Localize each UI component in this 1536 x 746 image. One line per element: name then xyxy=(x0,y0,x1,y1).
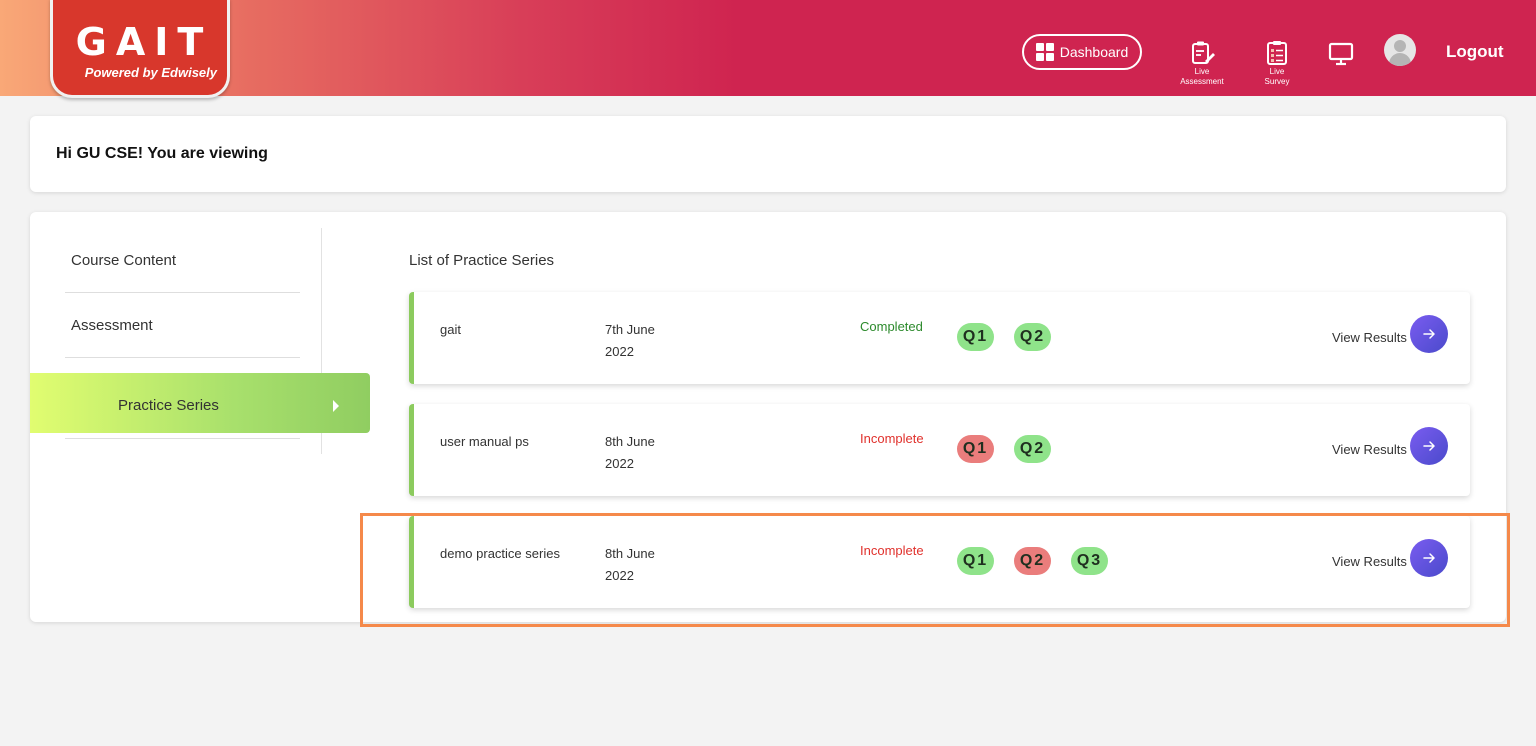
live-assessment-line1: Live xyxy=(1194,67,1210,76)
survey-icon xyxy=(1267,41,1287,65)
greeting-card: Hi GU CSE! You are viewing xyxy=(30,116,1506,192)
logo-title: GAIT xyxy=(75,20,213,64)
grid-icon xyxy=(1035,43,1054,61)
question-list: Q1 Q2 Q3 xyxy=(957,547,1108,575)
series-date: 8th June 2022 xyxy=(605,546,655,583)
live-survey-line2: Survey xyxy=(1264,77,1290,86)
sidebar-item-practice-series[interactable]: Practice Series xyxy=(30,373,370,433)
question-list: Q1 Q2 xyxy=(957,323,1051,351)
caret-right-icon xyxy=(333,400,339,412)
question-chip[interactable]: Q2 xyxy=(1014,547,1051,575)
series-date: 8th June 2022 xyxy=(605,434,655,471)
live-assessment-button[interactable]: Live Assessment xyxy=(1172,40,1232,87)
logo-subtitle: Powered by Edwisely xyxy=(84,65,217,80)
gait-logo[interactable]: GAIT Powered by Edwisely xyxy=(50,0,230,98)
series-name: user manual ps xyxy=(440,434,529,449)
live-survey-label: Live Survey xyxy=(1247,67,1307,87)
series-name: gait xyxy=(440,322,461,337)
question-list: Q1 Q2 xyxy=(957,435,1051,463)
sidebar-item-label: Assessment xyxy=(71,317,153,334)
question-chip[interactable]: Q1 xyxy=(957,547,994,575)
view-results-link[interactable]: View Results xyxy=(1332,442,1407,457)
status-badge: Completed xyxy=(860,319,923,334)
live-survey-button[interactable]: Live Survey xyxy=(1247,40,1307,87)
practice-series-row[interactable]: demo practice series 8th June 2022 Incom… xyxy=(409,516,1470,608)
view-results-link[interactable]: View Results xyxy=(1332,554,1407,569)
status-badge: Incomplete xyxy=(860,543,924,558)
arrow-right-icon[interactable] xyxy=(1410,315,1448,353)
live-assessment-line2: Assessment xyxy=(1180,77,1224,86)
status-badge: Incomplete xyxy=(860,431,924,446)
sidebar-item-course-content[interactable]: Course Content xyxy=(65,228,300,293)
sidebar-item-label: Practice Series xyxy=(118,397,219,414)
avatar[interactable] xyxy=(1384,34,1416,66)
question-chip[interactable]: Q2 xyxy=(1014,435,1051,463)
sidebar-item-label: Course Content xyxy=(71,252,177,269)
assessment-icon xyxy=(1192,41,1215,64)
avatar-body xyxy=(1389,53,1411,66)
question-chip[interactable]: Q1 xyxy=(957,435,994,463)
question-chip[interactable]: Q2 xyxy=(1014,323,1051,351)
list-title: List of Practice Series xyxy=(409,252,555,269)
series-date: 7th June 2022 xyxy=(605,322,655,359)
avatar-head xyxy=(1394,40,1406,52)
arrow-right-icon[interactable] xyxy=(1410,539,1448,577)
dashboard-button[interactable]: Dashboard xyxy=(1022,34,1142,70)
practice-series-row[interactable]: gait 7th June 2022 Completed Q1 Q2 View … xyxy=(409,292,1470,384)
question-chip[interactable]: Q1 xyxy=(957,323,994,351)
arrow-right-icon[interactable] xyxy=(1410,427,1448,465)
sidebar-divider xyxy=(65,357,300,358)
monitor-icon[interactable] xyxy=(1328,42,1354,71)
view-results-link[interactable]: View Results xyxy=(1332,330,1407,345)
series-name: demo practice series xyxy=(440,546,560,561)
logout-button[interactable]: Logout xyxy=(1446,42,1504,62)
greeting-text: Hi GU CSE! You are viewing xyxy=(56,145,268,162)
question-chip[interactable]: Q3 xyxy=(1071,547,1108,575)
sidebar-item-assessment[interactable]: Assessment xyxy=(65,293,300,358)
live-survey-line1: Live xyxy=(1269,67,1285,76)
dashboard-label: Dashboard xyxy=(1059,44,1129,60)
top-header: GAIT Powered by Edwisely Dashboard Live … xyxy=(0,0,1536,98)
live-assessment-label: Live Assessment xyxy=(1172,67,1232,87)
practice-series-row[interactable]: user manual ps 8th June 2022 Incomplete … xyxy=(409,404,1470,496)
sidebar-divider xyxy=(65,438,300,439)
